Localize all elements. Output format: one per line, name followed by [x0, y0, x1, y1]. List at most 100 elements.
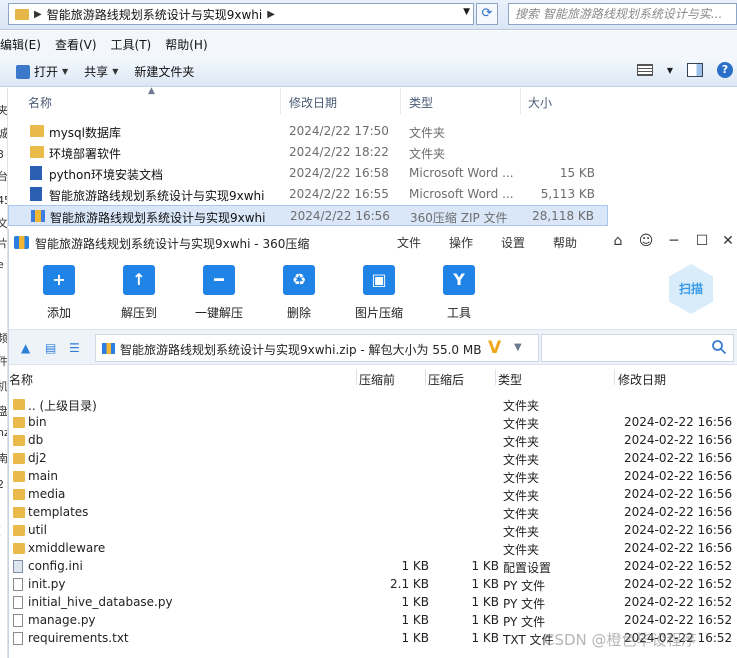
- zip-entry-row[interactable]: db 文件夹 2024-02-22 16:56: [9, 432, 737, 450]
- column-divider[interactable]: [280, 88, 281, 114]
- chevron-down-icon[interactable]: ▼: [667, 66, 673, 75]
- menu-view[interactable]: 查看(V): [55, 36, 97, 53]
- entry-date: 2024-02-22 16:56: [624, 433, 733, 447]
- entry-name: init.py: [28, 577, 66, 591]
- explorer-search-input[interactable]: 搜索 智能旅游路线规划系统设计与实...: [508, 3, 737, 25]
- nav-pane-item[interactable]: e: [0, 258, 4, 271]
- address-box[interactable]: ▶ 智能旅游路线规划系统设计与实现9xwhi ▶ ▼: [8, 3, 474, 25]
- chevron-right-icon[interactable]: ▶: [267, 9, 275, 20]
- entry-date: 2024-02-22 16:56: [624, 415, 733, 429]
- nav-pane-item[interactable]: 3: [0, 148, 4, 161]
- zip-menu-help[interactable]: 帮助: [553, 234, 577, 251]
- skin-icon[interactable]: ⌂: [609, 233, 627, 249]
- file-row[interactable]: mysql数据库 2024/2/22 17:50 文件夹: [8, 121, 608, 142]
- col-name[interactable]: 名称: [28, 94, 52, 111]
- zip-col-after[interactable]: 压缩后: [428, 371, 464, 388]
- new-folder-label: 新建文件夹: [134, 65, 195, 79]
- up-arrow-icon[interactable]: ▲: [21, 341, 30, 355]
- zip-menu-settings[interactable]: 设置: [501, 234, 525, 251]
- nav-pane-item[interactable]: 机: [0, 378, 7, 394]
- tools-icon: Y: [443, 265, 475, 295]
- nav-pane-item[interactable]: 夹: [0, 102, 7, 118]
- file-row[interactable]: 智能旅游路线规划系统设计与实现9xwhi 2024/2/22 16:55 Micro…: [8, 184, 608, 205]
- column-divider[interactable]: [614, 369, 615, 385]
- zip-menu-operate[interactable]: 操作: [449, 234, 473, 251]
- menu-help[interactable]: 帮助(H): [165, 36, 207, 53]
- trash-button[interactable]: ♻ 删除: [269, 265, 329, 321]
- chevron-down-icon[interactable]: ▼: [514, 342, 522, 353]
- zip-entry-row[interactable]: .. (上级目录) 文件夹: [9, 396, 737, 414]
- nav-pane-item[interactable]: 2: [0, 478, 4, 491]
- col-size[interactable]: 大小: [528, 94, 552, 111]
- zip-entry-row[interactable]: initial_hive_database.py 1 KB 1 KB PY 文件 202…: [9, 594, 737, 612]
- file-row[interactable]: python环境安装文档 2024/2/22 16:58 Microsoft Wor…: [8, 163, 608, 184]
- column-divider[interactable]: [400, 88, 401, 114]
- nav-pane-item[interactable]: 文: [0, 215, 7, 231]
- extract-to-button[interactable]: ↑ 解压到: [109, 265, 169, 321]
- detail-view-icon[interactable]: ☰: [69, 341, 80, 355]
- navigation-pane[interactable]: 夹城 3 台 45 文片e 频件机盘 nz 南 2 (: [0, 88, 8, 658]
- zip-entry-row[interactable]: xmiddleware 文件夹 2024-02-22 16:56: [9, 540, 737, 558]
- nav-pane-item[interactable]: 南: [0, 450, 7, 466]
- zip-entry-row[interactable]: main 文件夹 2024-02-22 16:56: [9, 468, 737, 486]
- nav-pane-item[interactable]: 频: [0, 330, 7, 346]
- feedback-icon[interactable]: ☺: [637, 233, 655, 249]
- list-view-icon[interactable]: ▤: [45, 341, 56, 355]
- zip-entry-row[interactable]: init.py 2.1 KB 1 KB PY 文件 2024-02-22 16:52: [9, 576, 737, 594]
- chevron-down-icon[interactable]: ▼: [463, 7, 470, 17]
- zip-entry-row[interactable]: manage.py 1 KB 1 KB PY 文件 2024-02-22 16:52: [9, 612, 737, 630]
- open-button[interactable]: 打开 ▼: [16, 63, 68, 80]
- zip-entry-row[interactable]: config.ini 1 KB 1 KB 配置设置 2024-02-22 16:52: [9, 558, 737, 576]
- tools-button[interactable]: Y 工具: [429, 265, 489, 321]
- zip-col-type[interactable]: 类型: [498, 371, 522, 388]
- column-divider[interactable]: [356, 369, 357, 385]
- zip-entry-row[interactable]: templates 文件夹 2024-02-22 16:56: [9, 504, 737, 522]
- zip-search-input[interactable]: [541, 334, 734, 362]
- add-button[interactable]: + 添加: [29, 265, 89, 321]
- nav-pane-item[interactable]: 45: [0, 194, 7, 207]
- col-type[interactable]: 类型: [409, 94, 433, 111]
- zip-col-before[interactable]: 压缩前: [359, 371, 395, 388]
- nav-pane-item[interactable]: 台: [0, 168, 7, 184]
- scan-button[interactable]: 扫描: [669, 264, 713, 314]
- entry-date: 2024-02-22 16:52: [624, 577, 733, 591]
- menu-tools[interactable]: 工具(T): [111, 36, 152, 53]
- image-compress-button[interactable]: ▣ 图片压缩: [349, 265, 409, 321]
- zip-col-name[interactable]: 名称: [9, 371, 33, 388]
- one-click-extract-button[interactable]: ━ 一键解压: [189, 265, 249, 321]
- menu-edit[interactable]: 编辑(E): [0, 36, 41, 53]
- share-button[interactable]: 共享 ▼: [84, 63, 118, 80]
- zip-entry-row[interactable]: media 文件夹 2024-02-22 16:56: [9, 486, 737, 504]
- zip-menu-file[interactable]: 文件: [397, 234, 421, 251]
- zip-entry-row[interactable]: bin 文件夹 2024-02-22 16:56: [9, 414, 737, 432]
- zip-path-box[interactable]: 智能旅游路线规划系统设计与实现9xwhi.zip - 解包大小为 55.0 MB…: [95, 334, 539, 362]
- chevron-right-icon[interactable]: ▶: [34, 9, 42, 20]
- close-button[interactable]: ✕: [719, 233, 737, 249]
- nav-pane-item[interactable]: 件: [0, 353, 7, 369]
- nav-pane-item[interactable]: (: [0, 524, 1, 537]
- nav-pane-item[interactable]: 片: [0, 235, 7, 251]
- view-options-icon[interactable]: [636, 64, 653, 76]
- new-folder-button[interactable]: 新建文件夹: [134, 63, 194, 80]
- zip-col-date[interactable]: 修改日期: [618, 371, 666, 388]
- entry-size-after: 1 KB: [471, 577, 499, 591]
- entry-date: 2024-02-22 16:56: [624, 469, 733, 483]
- col-date[interactable]: 修改日期: [289, 94, 337, 111]
- column-divider[interactable]: [520, 88, 521, 114]
- column-divider[interactable]: [425, 369, 426, 385]
- search-icon[interactable]: [711, 339, 727, 355]
- maximize-button[interactable]: ☐: [693, 233, 711, 249]
- file-row[interactable]: 智能旅游路线规划系统设计与实现9xwhi 2024/2/22 16:56 360压缩…: [8, 205, 608, 226]
- column-divider[interactable]: [495, 369, 496, 385]
- zip-entry-row[interactable]: util 文件夹 2024-02-22 16:56: [9, 522, 737, 540]
- refresh-button[interactable]: ⟳: [476, 3, 498, 25]
- minimize-button[interactable]: ─: [665, 233, 683, 249]
- file-row[interactable]: 环境部署软件 2024/2/22 18:22 文件夹: [8, 142, 608, 163]
- preview-pane-icon[interactable]: [687, 63, 703, 77]
- help-icon[interactable]: ?: [717, 62, 733, 78]
- nav-pane-item[interactable]: 盘: [0, 403, 7, 419]
- zip-entry-row[interactable]: dj2 文件夹 2024-02-22 16:56: [9, 450, 737, 468]
- config-file-icon: [13, 560, 23, 573]
- nav-pane-item[interactable]: nz: [0, 426, 7, 439]
- nav-pane-item[interactable]: 城: [0, 125, 7, 141]
